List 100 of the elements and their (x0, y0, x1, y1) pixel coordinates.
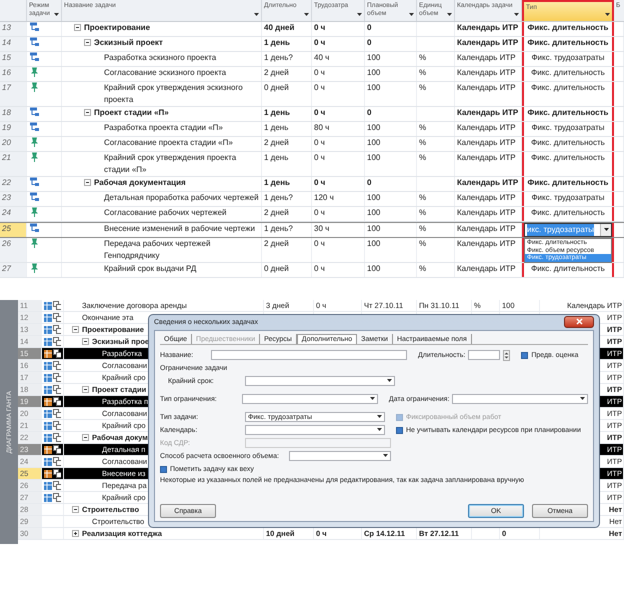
expand-icon[interactable] (72, 530, 79, 537)
table-cell: 120 ч (312, 192, 365, 206)
checkbox[interactable] (396, 426, 403, 434)
table-cell: Фикс. трудозатраты (522, 52, 614, 66)
table-cell: 0 ч (312, 207, 365, 221)
collapse-icon[interactable] (84, 39, 91, 46)
bar-arrow-icon (29, 52, 40, 62)
table-cell: 0 ч (312, 67, 365, 81)
table-cell: Календарь ИТР (455, 122, 522, 136)
table-icon (44, 482, 52, 490)
table-icon (44, 338, 52, 346)
pages-icon (52, 397, 61, 406)
table-cell: Календарь ИТР (455, 177, 522, 191)
checkbox[interactable] (160, 466, 167, 472)
task-name: Разработка эскизного проекта (104, 52, 216, 64)
table-cell: 100 (365, 152, 417, 176)
bar-arrow-icon (29, 177, 40, 187)
close-icon (576, 318, 582, 325)
checkbox[interactable] (521, 352, 528, 358)
table-cell: Календарь ИТР (455, 223, 522, 237)
bar-arrow-icon (29, 37, 40, 47)
task-name: Крайний срок выдачи РД (104, 263, 196, 275)
table-cell: Фикс. длительность (522, 152, 614, 176)
table-cell: Календарь ИТР (455, 192, 522, 206)
caret-icon (514, 13, 519, 17)
table-cell: Фикс. длительность (522, 82, 614, 106)
caret-icon (447, 13, 452, 17)
pages-icon (52, 409, 61, 418)
row-number: 17 (0, 82, 27, 106)
pages-icon (52, 301, 61, 310)
table-cell: Фикс. длительность (522, 137, 614, 151)
task-name: Согласование рабочих чертежей (104, 207, 226, 219)
pages-icon (52, 457, 61, 466)
caret-icon (254, 13, 259, 17)
table-cell: % (417, 137, 455, 151)
bar-arrow-icon (29, 22, 40, 32)
table-cell: 0 (365, 107, 417, 121)
collapse-icon[interactable] (84, 109, 91, 116)
collapse-icon[interactable] (84, 179, 91, 186)
row-number: 18 (0, 107, 27, 121)
caret-icon (377, 415, 382, 419)
collapse-icon[interactable] (82, 386, 89, 393)
pages-icon (52, 481, 61, 490)
table-cell: % (417, 122, 455, 136)
collapse-icon[interactable] (72, 506, 79, 513)
table-cell: Календарь ИТР (455, 82, 522, 106)
table-cell: 0 дней (262, 263, 312, 277)
table-cell: 0 ч (312, 152, 365, 176)
table-cell: 0 ч (312, 263, 365, 277)
table-cell: 0 ч (312, 22, 365, 36)
collapse-icon[interactable] (82, 338, 89, 345)
row-number: 13 (0, 22, 27, 36)
pages-icon (52, 421, 61, 430)
collapse-icon[interactable] (82, 434, 89, 441)
bar-arrow-icon (29, 107, 40, 117)
task-name: Проект стадии «П» (94, 107, 169, 119)
table-cell: % (417, 52, 455, 66)
wbs-field[interactable] (245, 438, 391, 448)
table-icon (44, 302, 52, 310)
spinner-icon[interactable] (503, 350, 510, 360)
name-field[interactable] (211, 350, 407, 360)
table-cell: 100 (365, 82, 417, 106)
table-cell: 1 день (262, 107, 312, 121)
pages-icon (52, 373, 61, 382)
pin-icon (29, 82, 40, 92)
table-cell: Календарь ИТР (455, 37, 522, 51)
table-cell: 40 дней (262, 22, 312, 36)
caret-icon (357, 13, 362, 17)
table-cell: 2 дней (262, 67, 312, 81)
pages-icon (52, 337, 61, 346)
row-number: 16 (0, 67, 27, 81)
table-cell: 0 (365, 177, 417, 191)
table-icon (44, 362, 52, 370)
table-cell: 100 (365, 137, 417, 151)
table-cell: 30 ч (312, 223, 365, 237)
pages-icon (52, 361, 61, 370)
table-cell: % (417, 207, 455, 221)
table-cell: 100 (365, 223, 417, 237)
pages-icon (52, 325, 61, 334)
bar-arrow-icon (29, 122, 40, 132)
table-cell: 1 день (262, 37, 312, 51)
collapse-icon[interactable] (72, 326, 79, 333)
close-button[interactable] (564, 316, 594, 328)
pages-icon (52, 445, 61, 454)
table-cell: 0 (365, 22, 417, 36)
task-name: Крайний срок утверждения эскизного проекта (104, 82, 244, 106)
table-cell: Календарь ИТР (455, 52, 522, 66)
table-icon (44, 374, 52, 382)
table-cell: % (417, 223, 455, 237)
caret-icon (604, 228, 608, 232)
table-cell: Календарь ИТР (455, 207, 522, 221)
row-number: 27 (0, 263, 27, 277)
table-cell: Календарь ИТР (455, 152, 522, 176)
duration-field[interactable] (468, 350, 500, 360)
pages-icon (52, 349, 61, 358)
table-cell: 0 дней (262, 82, 312, 106)
task-name: Крайний срок утверждения проекта стадии «П» (104, 152, 238, 176)
table-cell: Фикс. длительность (522, 107, 614, 121)
collapse-icon[interactable] (74, 24, 81, 31)
caret-icon (304, 13, 309, 17)
